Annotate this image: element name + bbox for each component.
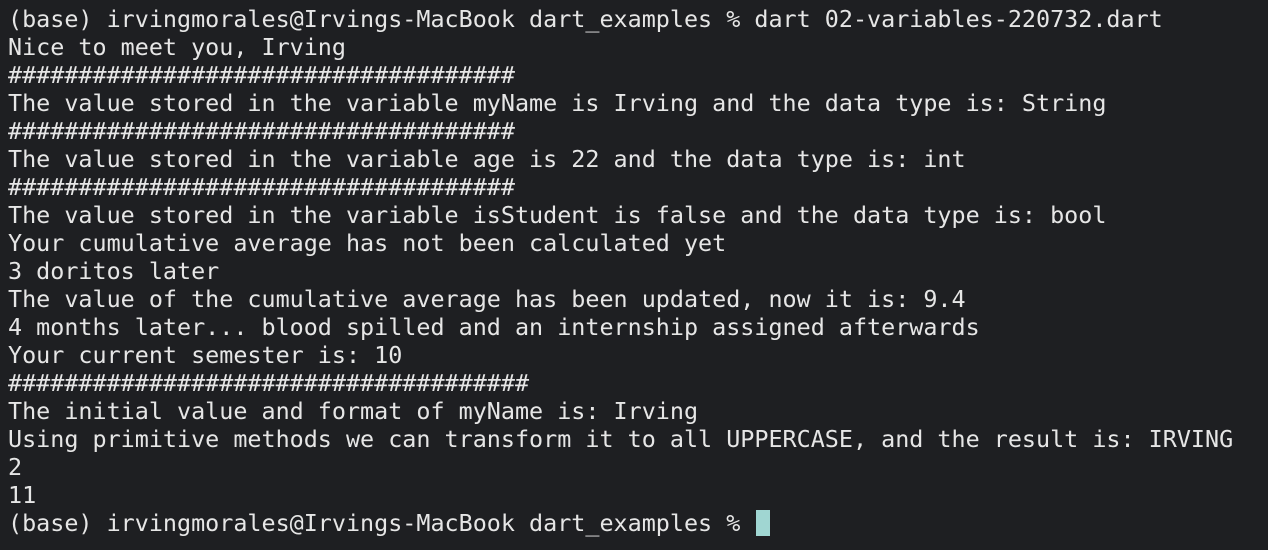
terminal-output-separator: ####################################	[8, 61, 515, 89]
terminal-output-separator: ####################################	[8, 117, 515, 145]
terminal-output-line: 2	[8, 453, 23, 481]
terminal-output-separator: ####################################	[8, 173, 515, 201]
terminal-output-line: Your current semester is: 10	[8, 341, 403, 369]
terminal-cursor[interactable]	[756, 510, 771, 536]
terminal-output-line: Using primitive methods we can transform…	[8, 425, 1234, 453]
terminal-output-line: The value stored in the variable isStude…	[8, 201, 1107, 229]
terminal-prompt: (base) irvingmorales@Irvings-MacBook dar…	[8, 509, 755, 537]
terminal-output-line: The value stored in the variable myName …	[8, 89, 1107, 117]
terminal-prompt-line[interactable]: (base) irvingmorales@Irvings-MacBook dar…	[8, 509, 1268, 537]
terminal-output-line: The value stored in the variable age is …	[8, 145, 966, 173]
terminal-output-line: The initial value and format of myName i…	[8, 397, 699, 425]
terminal-output-separator: #####################################	[8, 369, 530, 397]
terminal-output-line: 11	[8, 481, 37, 509]
terminal-output-line: Nice to meet you, Irving	[8, 33, 346, 61]
terminal-output-line: Your cumulative average has not been cal…	[8, 229, 727, 257]
terminal-output-line: The value of the cumulative average has …	[8, 285, 966, 313]
terminal-output-line: 4 months later... blood spilled and an i…	[8, 313, 980, 341]
terminal-command-line: (base) irvingmorales@Irvings-MacBook dar…	[8, 5, 1163, 33]
terminal-window[interactable]: (base) irvingmorales@Irvings-MacBook dar…	[0, 0, 1268, 550]
terminal-output-line: 3 doritos later	[8, 257, 220, 285]
